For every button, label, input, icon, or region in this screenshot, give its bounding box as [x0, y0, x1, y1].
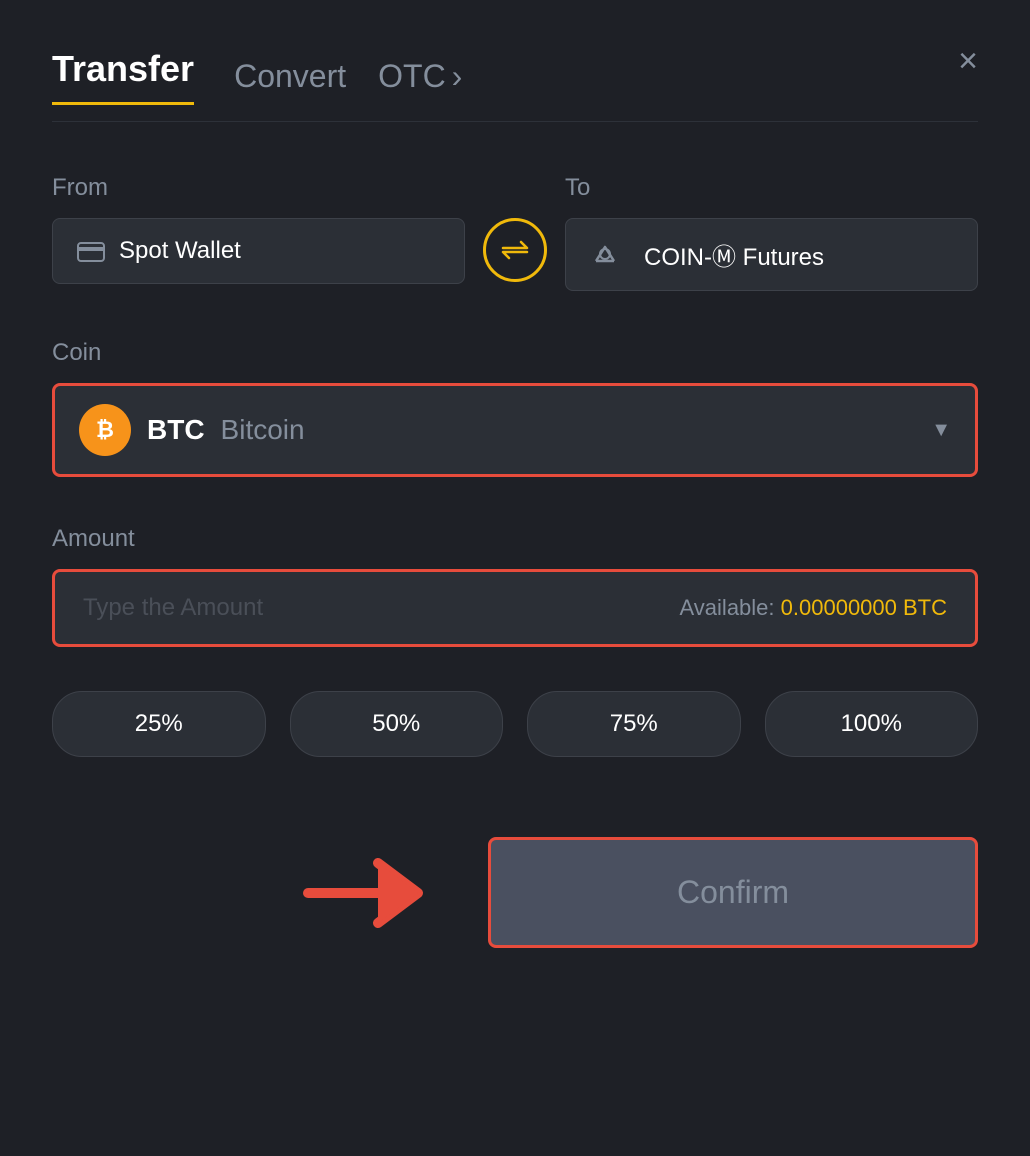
from-wallet-select[interactable]: Spot Wallet [52, 218, 465, 284]
chevron-right-icon: › [452, 58, 463, 95]
from-to-section: From Spot Wallet [52, 174, 978, 291]
confirm-button[interactable]: Confirm [488, 837, 978, 948]
pct-75-button[interactable]: 75% [527, 691, 741, 757]
amount-placeholder[interactable]: Type the Amount [83, 594, 263, 622]
coin-full-name: Bitcoin [221, 414, 305, 446]
chevron-down-icon: ▼ [931, 419, 951, 442]
from-column: From Spot Wallet [52, 174, 465, 284]
tab-convert[interactable]: Convert [234, 58, 346, 95]
coin-select-dropdown[interactable]: ₿ BTC Bitcoin ▼ [52, 383, 978, 477]
btc-icon: ₿ [79, 404, 131, 456]
to-label: To [565, 174, 978, 202]
pct-25-button[interactable]: 25% [52, 691, 266, 757]
available-amount: 0.00000000 BTC [781, 595, 947, 620]
tab-otc[interactable]: OTC › [378, 58, 462, 95]
swap-button[interactable] [483, 218, 547, 282]
header-divider [52, 121, 978, 122]
confirm-section: Confirm [52, 837, 978, 948]
pct-50-button[interactable]: 50% [290, 691, 504, 757]
coin-label: Coin [52, 339, 978, 367]
arrow-indicator [288, 838, 448, 948]
swap-wrapper [465, 174, 565, 282]
transfer-modal: Transfer Convert OTC › × From Spot Wall [0, 0, 1030, 1156]
percentage-buttons: 25% 50% 75% 100% [52, 691, 978, 757]
to-wallet-select[interactable]: COIN-Ⓜ Futures [565, 218, 978, 291]
amount-section: Amount Type the Amount Available: 0.0000… [52, 525, 978, 647]
close-button[interactable]: × [958, 44, 978, 78]
amount-input-wrapper: Type the Amount Available: 0.00000000 BT… [52, 569, 978, 647]
to-wallet-name: COIN-Ⓜ Futures [644, 237, 824, 272]
from-wallet-name: Spot Wallet [119, 237, 241, 265]
pct-100-button[interactable]: 100% [765, 691, 979, 757]
futures-icon [590, 241, 620, 269]
amount-label: Amount [52, 525, 978, 553]
tab-transfer[interactable]: Transfer [52, 48, 194, 105]
available-text: Available: 0.00000000 BTC [680, 595, 947, 621]
modal-header: Transfer Convert OTC › × [52, 48, 978, 105]
to-column: To COIN-Ⓜ Futures [565, 174, 978, 291]
coin-section: Coin ₿ BTC Bitcoin ▼ [52, 339, 978, 477]
card-icon [77, 240, 105, 262]
coin-symbol: BTC [147, 414, 205, 446]
from-label: From [52, 174, 465, 202]
